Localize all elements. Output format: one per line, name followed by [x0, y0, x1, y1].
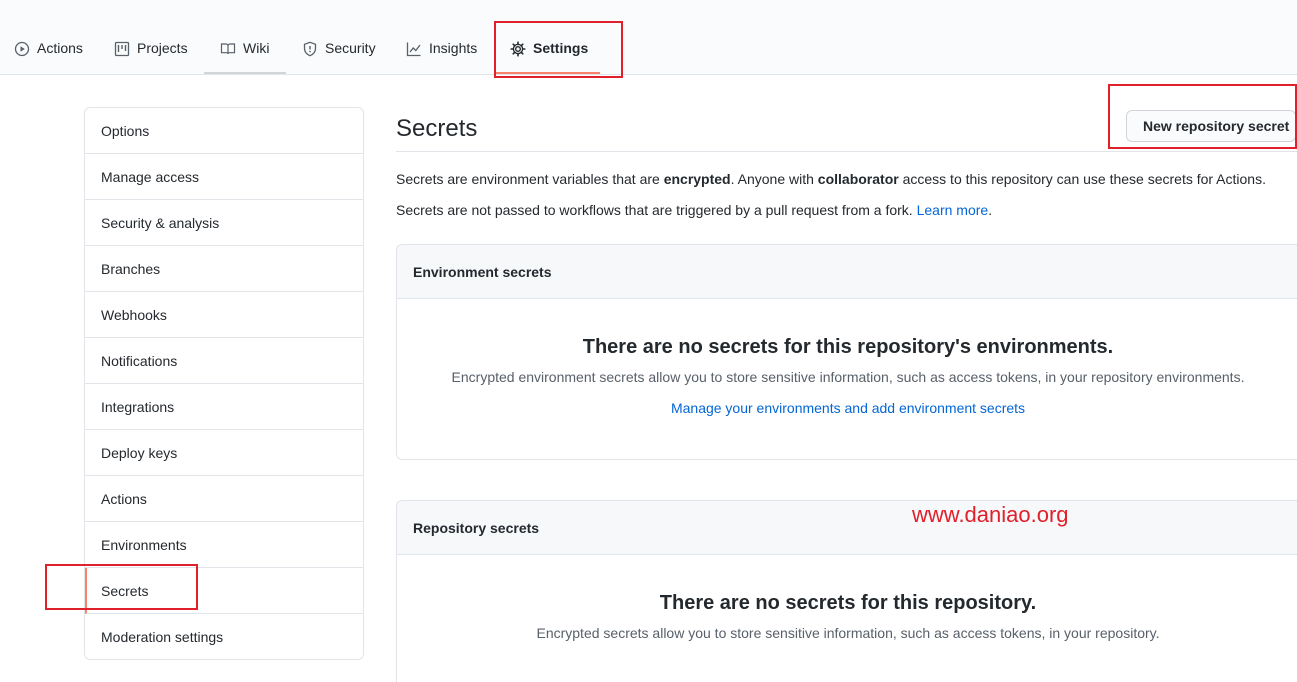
gear-icon — [510, 41, 526, 57]
title-divider — [396, 151, 1297, 152]
tab-security[interactable]: Security — [302, 26, 376, 74]
tab-actions[interactable]: Actions — [14, 26, 83, 74]
sidebar-item-webhooks[interactable]: Webhooks — [85, 292, 363, 338]
sidebar-item-notifications[interactable]: Notifications — [85, 338, 363, 384]
tab-label: Wiki — [243, 40, 270, 56]
project-icon — [114, 41, 130, 57]
sidebar-item-security-analysis[interactable]: Security & analysis — [85, 200, 363, 246]
tab-wiki[interactable]: Wiki — [204, 26, 286, 74]
tab-projects[interactable]: Projects — [114, 26, 188, 74]
desc-text: Secrets are environment variables that a… — [396, 171, 664, 187]
desc-text: . — [988, 202, 993, 218]
graph-icon — [406, 42, 421, 57]
secrets-description: Secrets are environment variables that a… — [396, 171, 1266, 187]
desc-text: . Anyone with — [730, 171, 818, 187]
repo-nav: Actions Projects Wiki Security Insights … — [0, 0, 1297, 75]
fork-note: Secrets are not passed to workflows that… — [396, 202, 992, 218]
environment-blank-description: Encrypted environment secrets allow you … — [451, 369, 1245, 385]
desc-bold-encrypted: encrypted — [663, 171, 731, 187]
environment-secrets-header: Environment secrets — [397, 245, 1297, 299]
learn-more-link[interactable]: Learn more — [917, 202, 989, 218]
tab-settings[interactable]: Settings — [494, 26, 600, 74]
tab-label: Settings — [533, 40, 589, 56]
sidebar-item-integrations[interactable]: Integrations — [85, 384, 363, 430]
sidebar-item-options[interactable]: Options — [85, 108, 363, 154]
new-repository-secret-button[interactable]: New repository secret — [1126, 110, 1296, 142]
repository-blank-description: Encrypted secrets allow you to store sen… — [536, 625, 1160, 641]
tab-label: Security — [325, 40, 376, 56]
sidebar-item-environments[interactable]: Environments — [85, 522, 363, 568]
environment-secrets-box: Environment secrets There are no secrets… — [396, 244, 1297, 460]
sidebar-item-actions[interactable]: Actions — [85, 476, 363, 522]
sidebar-item-branches[interactable]: Branches — [85, 246, 363, 292]
sidebar-item-moderation-settings[interactable]: Moderation settings — [85, 614, 363, 659]
shield-icon — [303, 41, 317, 57]
environment-blank-title: There are no secrets for this repository… — [582, 336, 1114, 358]
tab-label: Actions — [37, 40, 83, 56]
book-icon — [220, 43, 236, 55]
manage-environments-link[interactable]: Manage your environments and add environ… — [397, 400, 1297, 416]
watermark-text: www.daniao.org — [912, 502, 1069, 527]
tab-insights[interactable]: Insights — [406, 26, 477, 74]
repository-secrets-header: Repository secrets — [397, 501, 1297, 555]
sidebar-item-deploy-keys[interactable]: Deploy keys — [85, 430, 363, 476]
tab-label: Projects — [137, 40, 188, 56]
sidebar-item-secrets[interactable]: Secrets — [85, 568, 363, 614]
settings-sidebar: Options Manage access Security & analysi… — [84, 107, 364, 660]
repository-blank-title: There are no secrets for this repository… — [659, 592, 1037, 614]
tab-label: Insights — [429, 40, 478, 56]
sidebar-item-manage-access[interactable]: Manage access — [85, 154, 363, 200]
page-title: Secrets — [396, 115, 478, 142]
repository-secrets-box: Repository secrets There are no secrets … — [396, 500, 1297, 682]
desc-text: Secrets are not passed to workflows that… — [396, 202, 917, 218]
play-icon — [14, 41, 30, 57]
desc-text: access to this repository can use these … — [898, 171, 1266, 187]
desc-bold-collaborator: collaborator — [817, 171, 899, 187]
